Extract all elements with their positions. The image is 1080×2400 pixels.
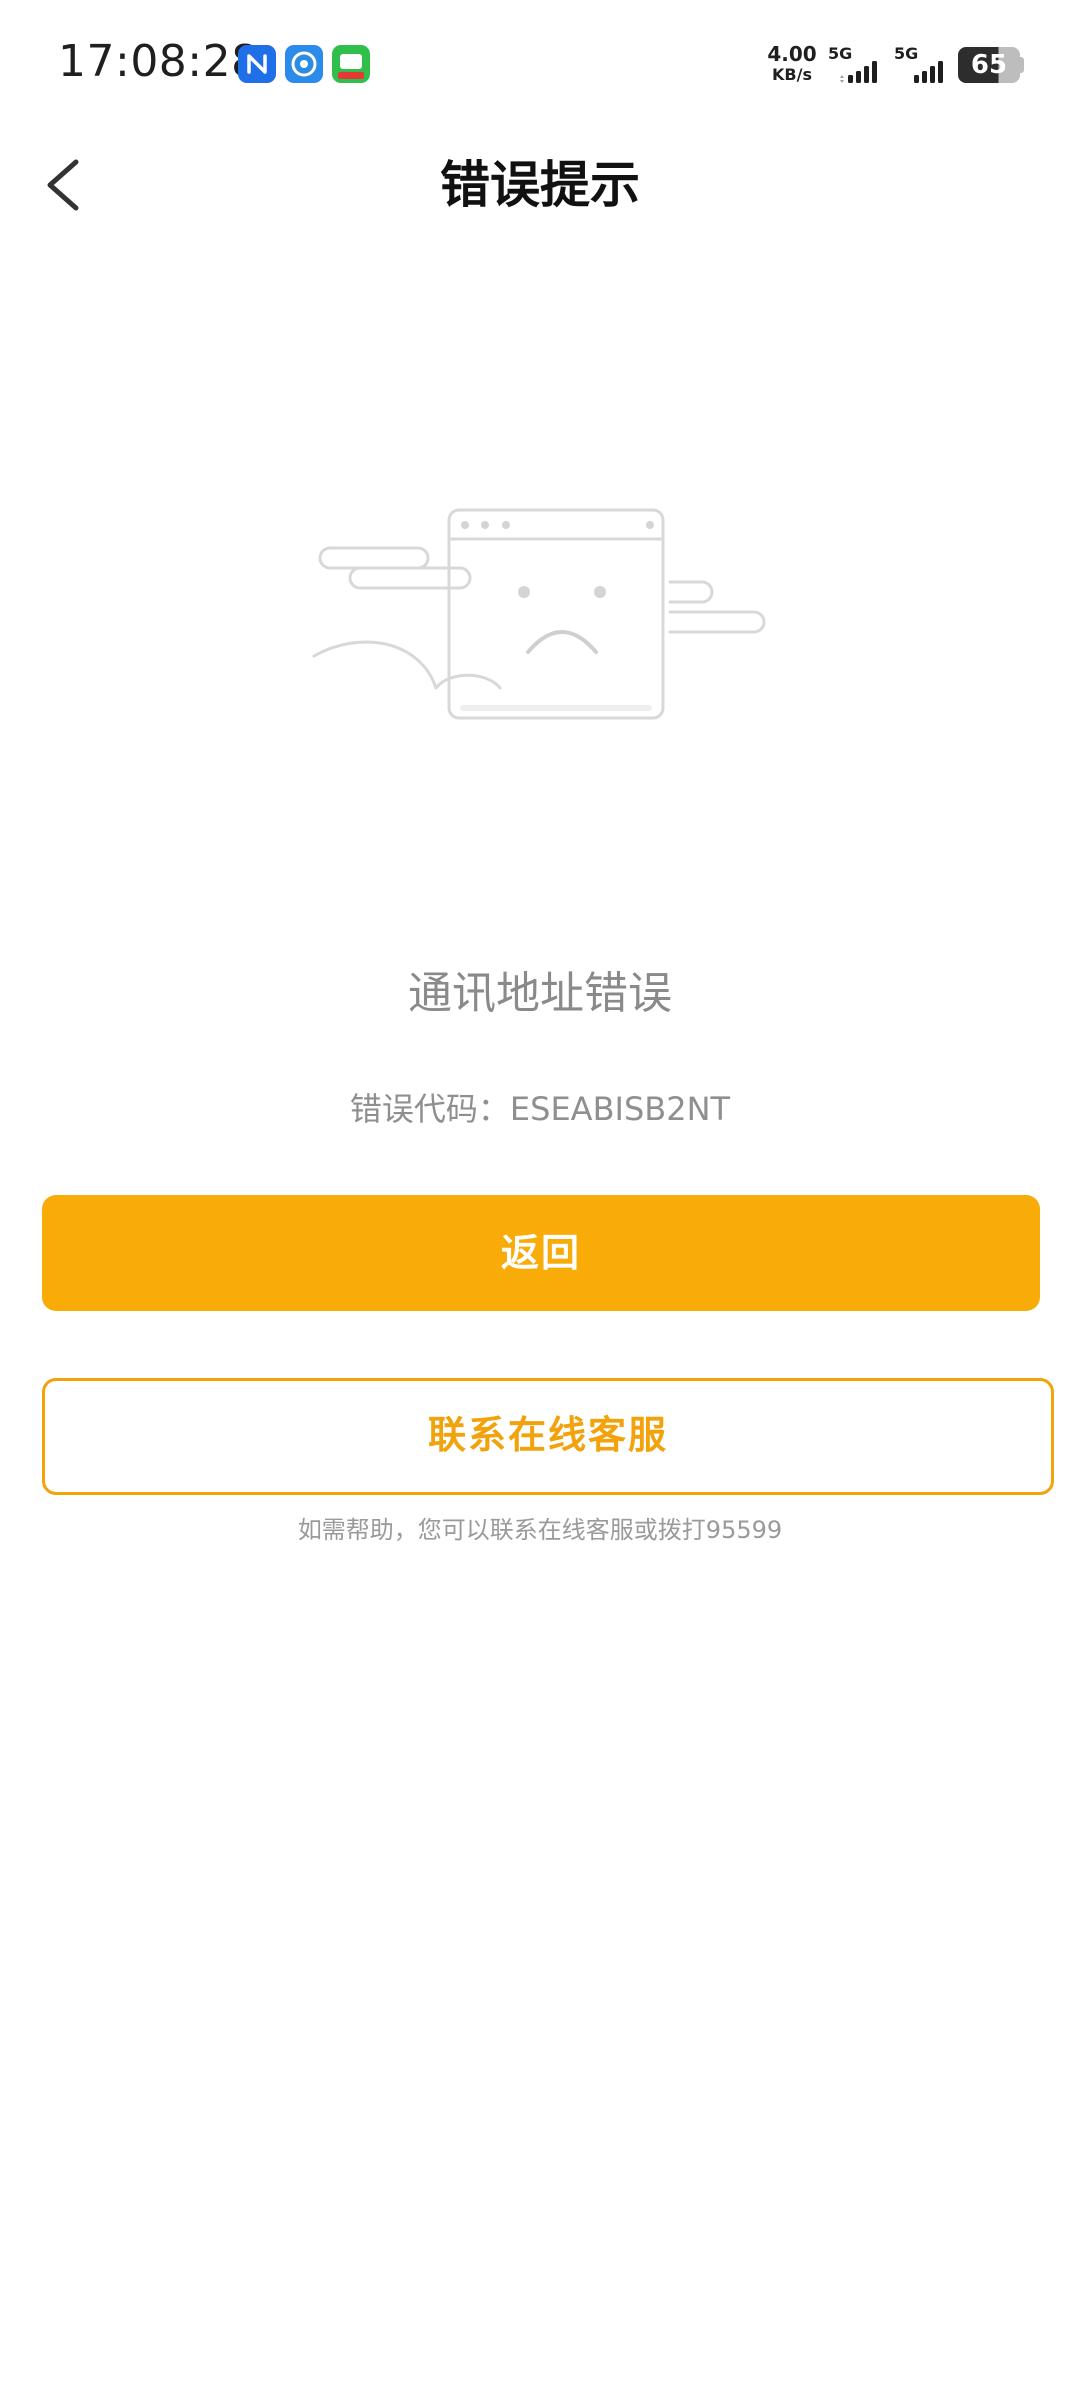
nfc-icon (238, 45, 276, 83)
sad-browser-illustration (312, 508, 766, 720)
status-time: 17:08:28 (58, 36, 260, 87)
network-speed-value: 4.00 (767, 42, 817, 66)
battery-icon: 65 (958, 47, 1020, 83)
back-button[interactable] (40, 150, 90, 220)
error-illustration (310, 500, 770, 730)
signal-strength-icon: 5G (894, 44, 954, 86)
page-title: 错误提示 (440, 156, 640, 214)
signal-strength-icon: 5G (828, 44, 888, 86)
battery-cap (1020, 57, 1024, 73)
help-text: 如需帮助，您可以联系在线客服或拨打95599 (297, 1516, 783, 1544)
status-bar: 17:08:28 4.00 KB/s 5G 5G 65 (0, 0, 1080, 120)
error-code: 错误代码：ESEABISB2NT (349, 1090, 731, 1128)
network-speed-unit: KB/s (772, 65, 812, 84)
battery-level: 65 (970, 50, 1008, 80)
return-button[interactable]: 返回 (42, 1195, 1040, 1311)
contact-online-service-button[interactable]: 联系在线客服 (42, 1378, 1054, 1495)
app-notification-icon (285, 45, 323, 83)
error-message: 通讯地址错误 (408, 968, 672, 1019)
app-notification-icon (332, 45, 370, 83)
error-screen: 17:08:28 4.00 KB/s 5G 5G 65 错误提示 通讯地址错误 … (0, 0, 1080, 2400)
chevron-left-icon (47, 159, 79, 211)
network-speed: 4.00 KB/s (762, 44, 822, 83)
